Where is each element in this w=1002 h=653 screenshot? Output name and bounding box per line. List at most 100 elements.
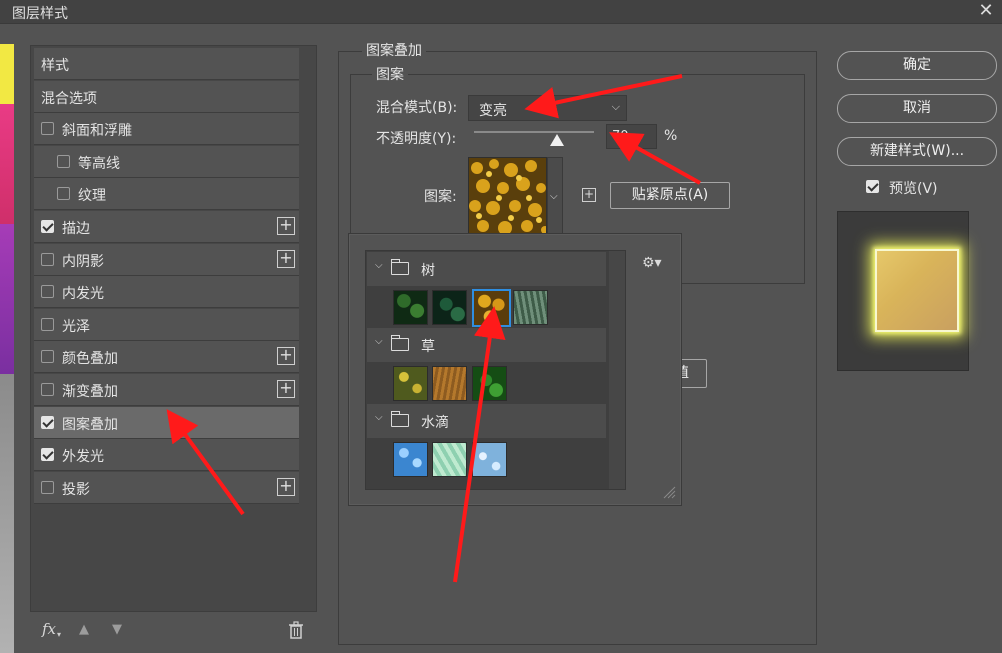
opacity-unit: % [664, 128, 678, 144]
folder-name: 水滴 [421, 415, 449, 431]
style-item[interactable]: 颜色叠加 + [34, 341, 299, 374]
snap-to-origin-button[interactable]: 贴紧原点(A) [610, 182, 730, 209]
style-item[interactable]: 渐变叠加 + [34, 374, 299, 406]
folder-icon [391, 259, 409, 275]
style-checkbox[interactable] [57, 154, 70, 168]
chevron-down-icon: ⌵ [611, 100, 620, 113]
style-item[interactable]: 光泽 [34, 308, 299, 341]
style-checkbox[interactable] [41, 383, 54, 396]
resize-grip-icon[interactable] [662, 485, 676, 499]
preview-swatch [875, 249, 959, 332]
pattern-thumbnail[interactable] [432, 442, 467, 477]
style-item[interactable]: 外发光 [34, 439, 299, 472]
add-effect-icon[interactable]: + [277, 347, 295, 366]
pattern-thumbnail[interactable] [513, 290, 548, 325]
chevron-down-icon: ⌵ [375, 412, 383, 423]
opacity-slider[interactable] [474, 131, 594, 133]
style-item[interactable]: 混合选项 [34, 80, 299, 113]
style-item-label: 描边 [62, 221, 90, 237]
style-checkbox[interactable] [41, 122, 54, 136]
preview-checkbox[interactable] [866, 180, 879, 193]
opacity-input[interactable]: 70 [606, 124, 657, 149]
opacity-label: 不透明度(Y): [376, 131, 457, 147]
fx-dropdown-icon[interactable]: ▾ [57, 630, 61, 639]
style-item-label: 混合选项 [41, 90, 97, 107]
cancel-button[interactable]: 取消 [837, 94, 997, 123]
folder-icon [391, 411, 409, 427]
pattern-thumbnail[interactable] [432, 366, 467, 401]
style-item-label: 内阴影 [62, 253, 104, 270]
style-item-label: 外发光 [62, 449, 104, 466]
pattern-thumbnail[interactable] [393, 442, 428, 477]
blend-mode-select[interactable]: 变亮 ⌵ [468, 95, 627, 121]
style-checkbox[interactable] [41, 285, 54, 299]
folder-name: 草 [421, 339, 435, 355]
style-item[interactable]: 内发光 [34, 276, 299, 309]
close-icon[interactable]: ✕ [976, 1, 996, 21]
new-style-button[interactable]: 新建样式(W)... [837, 137, 997, 166]
style-item-label: 颜色叠加 [62, 351, 118, 368]
pattern-dropdown[interactable]: ⌵ [547, 157, 563, 235]
style-item-label: 渐变叠加 [62, 384, 118, 400]
style-item-label: 投影 [62, 481, 90, 498]
folder-row-grass[interactable]: ⌵ 草 [367, 328, 606, 362]
folder-row-water-drops[interactable]: ⌵ 水滴 [367, 404, 606, 438]
add-effect-icon[interactable]: + [277, 217, 295, 235]
style-item-label: 光泽 [62, 318, 90, 335]
style-checkbox[interactable] [41, 350, 54, 364]
style-checkbox[interactable] [41, 317, 54, 331]
move-up-icon[interactable]: ▲ [77, 622, 91, 638]
opacity-slider-thumb[interactable] [550, 134, 564, 146]
pattern-thumbnail-selected[interactable] [472, 289, 511, 327]
background-canvas-strip [0, 24, 14, 653]
pattern-subgroup-title: 图案 [372, 64, 408, 84]
chevron-down-icon: ⌵ [375, 260, 383, 271]
new-preset-icon[interactable]: + [582, 188, 596, 202]
pattern-list-scrollbar[interactable] [609, 251, 625, 489]
style-item-label: 样式 [41, 58, 69, 74]
style-item-label: 斜面和浮雕 [62, 123, 132, 140]
add-effect-icon[interactable]: + [277, 380, 295, 398]
folder-row-trees[interactable]: ⌵ 树 [367, 252, 606, 286]
gear-icon[interactable]: ⚙▾ [642, 255, 662, 271]
style-item[interactable]: 描边 + [34, 211, 299, 243]
style-item[interactable]: 投影 + [34, 471, 299, 504]
style-checkbox[interactable] [41, 220, 54, 233]
pattern-overlay-title: 图案叠加 [362, 40, 426, 60]
style-item[interactable]: 样式 [34, 48, 299, 80]
add-effect-icon[interactable]: + [277, 477, 295, 496]
chevron-down-icon: ⌵ [550, 191, 558, 202]
title-bar: 图层样式 ✕ [0, 0, 1002, 24]
opacity-value: 70 [612, 129, 629, 144]
style-checkbox[interactable] [41, 252, 54, 266]
style-checkbox[interactable] [41, 415, 54, 429]
style-item-label: 纹理 [78, 188, 106, 205]
add-effect-icon[interactable]: + [277, 249, 295, 268]
pattern-thumbnail[interactable] [393, 290, 428, 325]
pattern-thumbnail[interactable] [432, 290, 467, 325]
style-item[interactable]: 纹理 [34, 178, 299, 211]
style-item[interactable]: 图案叠加 [34, 406, 299, 439]
style-checkbox[interactable] [41, 480, 54, 494]
ok-button[interactable]: 确定 [837, 51, 997, 80]
folder-name: 树 [421, 263, 435, 279]
pattern-label: 图案: [424, 189, 457, 205]
trash-icon[interactable] [288, 621, 304, 639]
pattern-swatch[interactable] [468, 157, 547, 235]
style-item[interactable]: 内阴影 + [34, 243, 299, 276]
style-checkbox[interactable] [41, 448, 54, 462]
chevron-down-icon: ⌵ [375, 336, 383, 347]
pattern-thumbnail[interactable] [393, 366, 428, 401]
style-checkbox[interactable] [57, 187, 70, 201]
styles-list-panel: 样式混合选项斜面和浮雕等高线纹理描边 + 内阴影 + 内发光光泽颜色叠加 + 渐变叠加 + 图案… [30, 45, 317, 612]
style-item-label: 内发光 [62, 286, 104, 303]
blend-mode-label: 混合模式(B): [376, 100, 458, 116]
pattern-thumbnail[interactable] [472, 366, 507, 401]
style-item[interactable]: 等高线 [34, 145, 299, 178]
fx-icon[interactable]: fx [42, 620, 56, 638]
style-item-label: 图案叠加 [62, 416, 118, 433]
styles-scrollbar[interactable] [302, 46, 316, 611]
move-down-icon[interactable]: ▼ [110, 622, 124, 638]
pattern-thumbnail[interactable] [472, 442, 507, 477]
style-item[interactable]: 斜面和浮雕 [34, 113, 299, 146]
